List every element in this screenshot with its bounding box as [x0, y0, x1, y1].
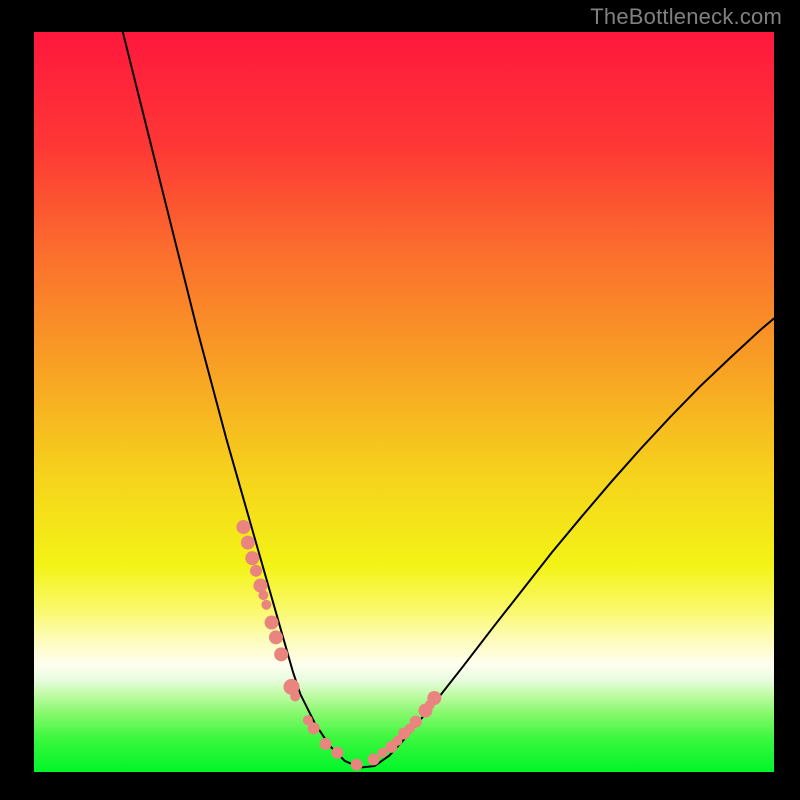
data-dot	[253, 579, 267, 593]
data-dot	[261, 600, 271, 610]
chart-svg	[34, 32, 774, 772]
plot-area	[34, 32, 774, 772]
gradient-background	[34, 32, 774, 772]
data-dot	[269, 630, 283, 644]
watermark-text: TheBottleneck.com	[590, 4, 782, 30]
data-dot	[320, 738, 332, 750]
data-dot	[427, 691, 441, 705]
data-dot	[274, 647, 288, 661]
data-dot	[351, 759, 363, 771]
data-dot	[410, 716, 422, 728]
chart-frame: TheBottleneck.com	[0, 0, 800, 800]
data-dot	[241, 536, 255, 550]
data-dot	[265, 616, 279, 630]
data-dot	[368, 753, 380, 765]
data-dot	[258, 590, 268, 600]
data-dot	[331, 747, 343, 759]
data-dot	[290, 692, 300, 702]
data-dot	[308, 722, 320, 734]
data-dot	[250, 565, 262, 577]
data-dot	[236, 520, 250, 534]
data-dot	[245, 551, 259, 565]
